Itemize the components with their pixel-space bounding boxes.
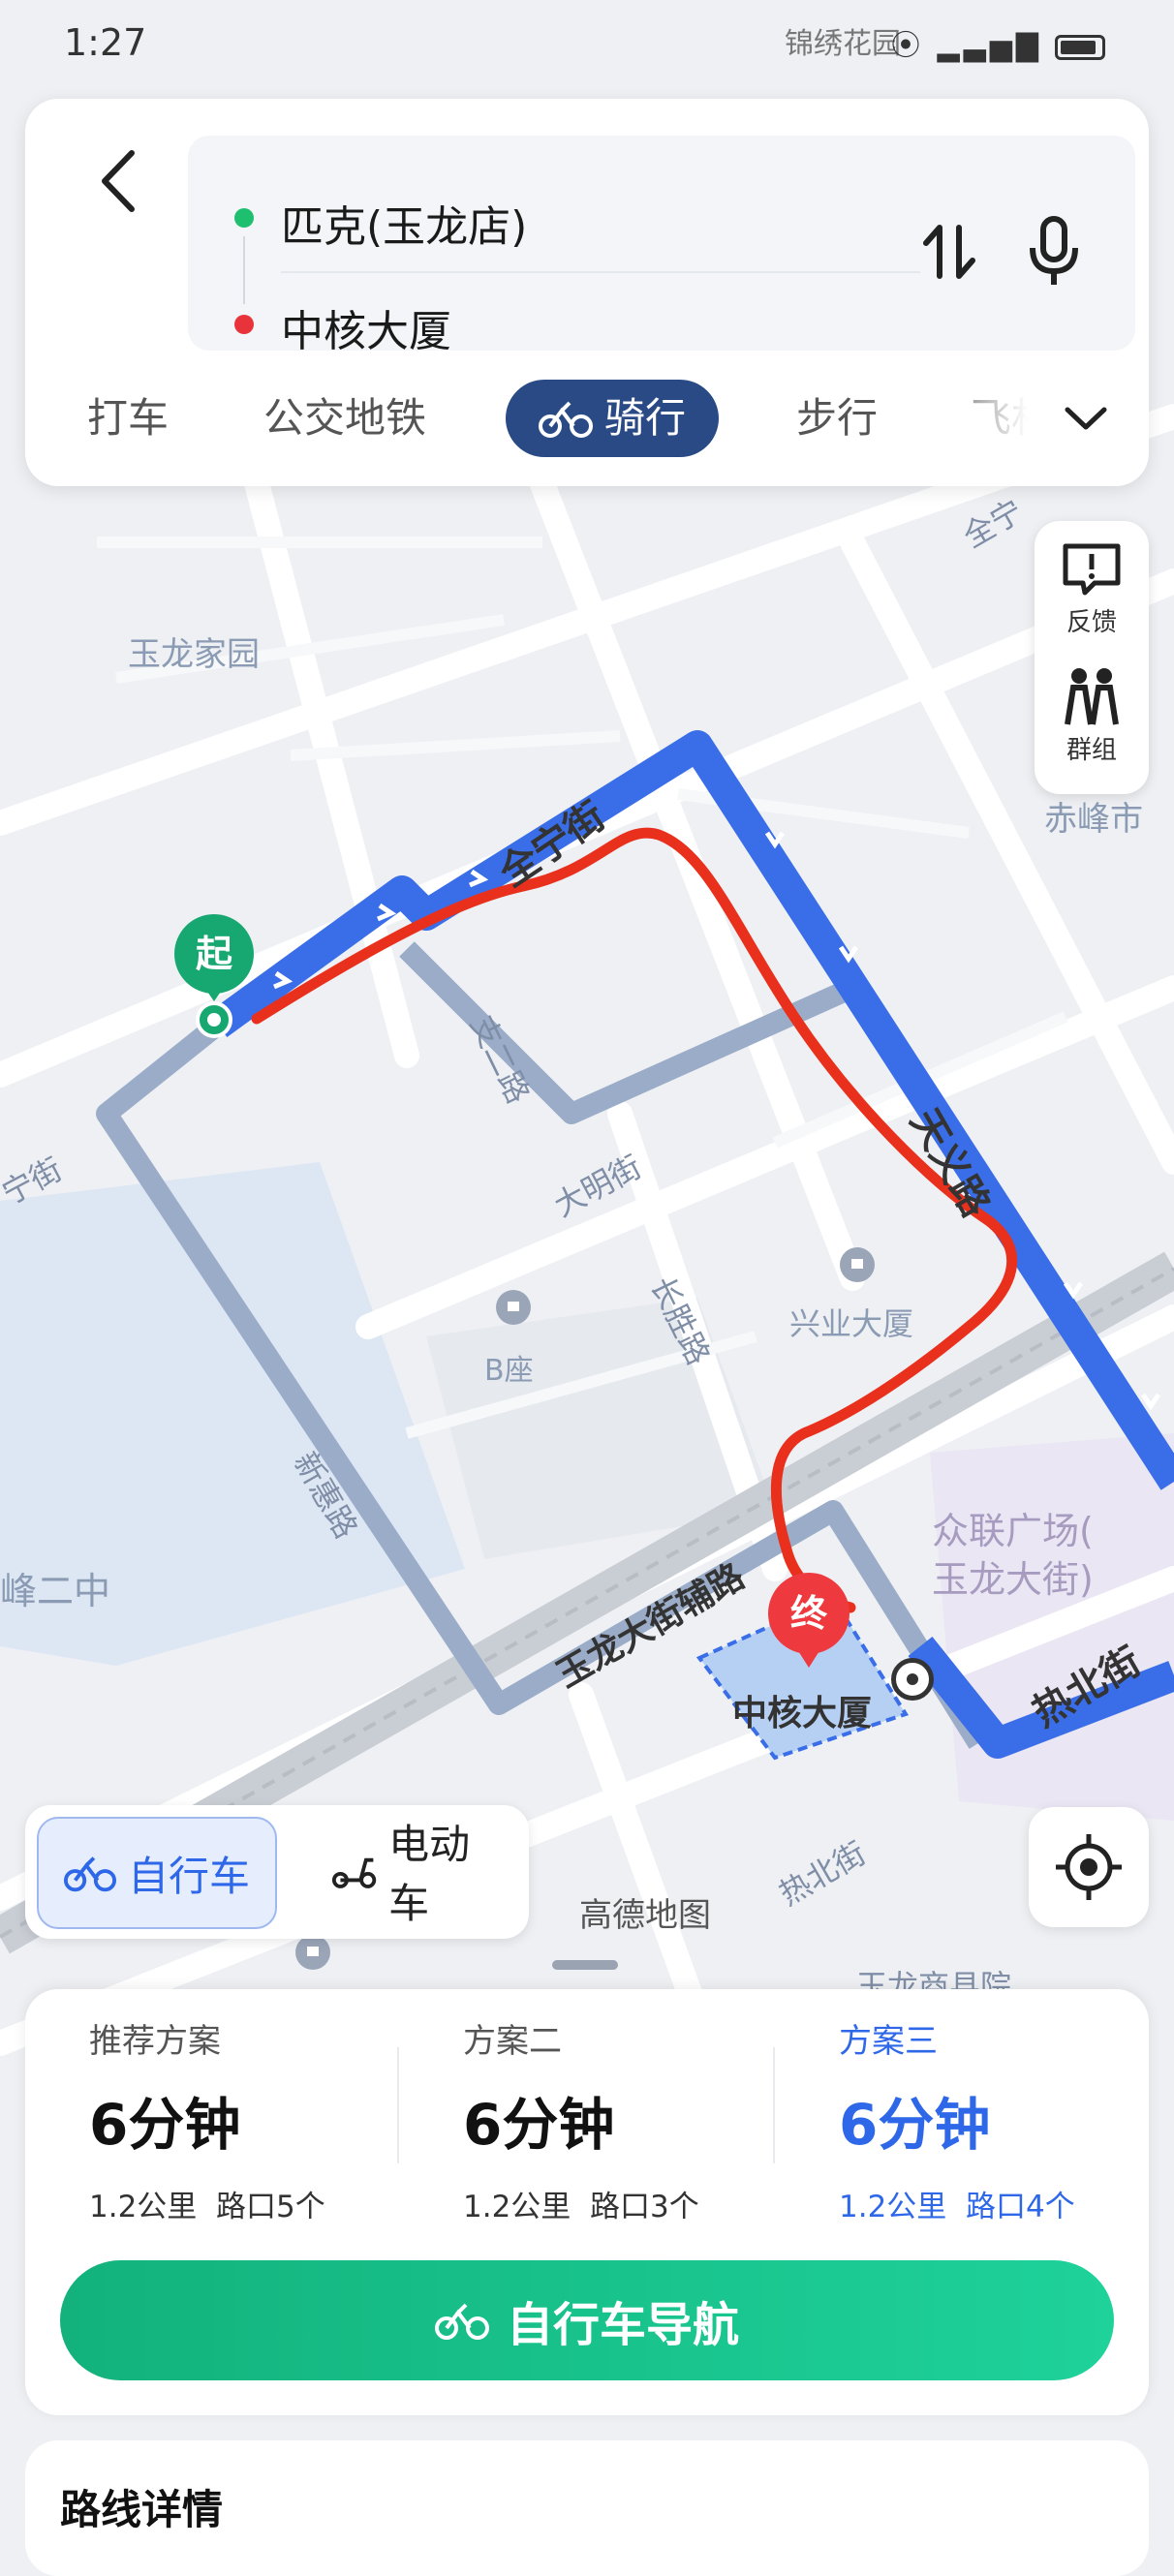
- map-place-label: 玉龙家园: [128, 635, 260, 674]
- chevron-down-icon: [1065, 407, 1107, 430]
- travel-mode-tabs: 打车 公交地铁 骑行 步行 飞机: [25, 380, 1149, 473]
- map-place-label: 兴业大厦: [789, 1305, 914, 1342]
- map-attribution: 高德地图: [579, 1896, 711, 1935]
- map-place-label: B座: [484, 1354, 534, 1388]
- start-dot-icon: [234, 208, 254, 228]
- ebike-option[interactable]: 电动车: [306, 1817, 529, 1927]
- start-location-field[interactable]: 匹克(玉龙店): [281, 192, 527, 254]
- map-place-label: 赤峰市: [1044, 800, 1143, 839]
- tab-transit[interactable]: 公交地铁: [263, 380, 426, 457]
- microphone-icon: [1030, 216, 1078, 285]
- status-time: 1:27: [64, 21, 147, 64]
- plan-time: 6分钟: [89, 2092, 241, 2158]
- group-icon: [1065, 668, 1119, 725]
- vehicle-switch: 自行车 电动车: [25, 1805, 529, 1939]
- end-dot-icon: [234, 315, 254, 334]
- battery-icon: [1055, 34, 1106, 60]
- plan-meta: 1.2公里 路口4个: [839, 2190, 1075, 2224]
- plan-separator: [397, 2047, 399, 2163]
- locate-icon: [1056, 1834, 1122, 1900]
- locate-button[interactable]: [1029, 1807, 1149, 1927]
- bicycle-icon: [434, 2303, 489, 2340]
- divider: [281, 271, 920, 273]
- start-navigation-label: 自行车导航: [506, 2298, 739, 2352]
- plan-name: 推荐方案: [89, 2022, 221, 2061]
- tab-taxi[interactable]: 打车: [87, 380, 169, 457]
- plan-time: 6分钟: [463, 2092, 615, 2158]
- bicycle-icon: [64, 1856, 116, 1892]
- route-plans-sheet: 推荐方案 6分钟 1.2公里 路口5个 方案二 6分钟 1.2公里 路口3个 方…: [25, 1989, 1149, 2415]
- back-arrow-icon: [102, 150, 135, 212]
- route-connector: [243, 236, 245, 304]
- plan-meta: 1.2公里 路口5个: [89, 2190, 325, 2224]
- plan-meta: 1.2公里 路口3个: [463, 2190, 699, 2224]
- start-marker-label: 起: [174, 914, 254, 994]
- map-place-label: 玉龙大街): [932, 1558, 1094, 1601]
- plan-time: 6分钟: [839, 2092, 991, 2158]
- start-marker[interactable]: 起: [174, 914, 254, 1040]
- group-label: 群组: [1066, 736, 1117, 765]
- route-input-box: 匹克(玉龙店) 中核大厦: [188, 136, 1135, 356]
- route-details-title: 路线详情: [60, 2486, 224, 2533]
- end-marker-label: 终: [768, 1573, 850, 1654]
- map-side-tools: 反馈 群组: [1035, 521, 1149, 794]
- end-place-label: 中核大厦: [732, 1694, 873, 1733]
- plan-separator: [773, 2047, 775, 2163]
- location-icon: ⦿: [891, 29, 924, 63]
- plan-name: 方案二: [463, 2022, 562, 2061]
- status-icons: ⦿ ▂▃▅▇: [891, 21, 1106, 64]
- plan-option-3[interactable]: 方案三 6分钟 1.2公里 路口4个: [839, 2014, 1168, 2225]
- feedback-button[interactable]: 反馈: [1035, 540, 1149, 638]
- back-button[interactable]: [74, 138, 161, 225]
- plan-name: 方案三: [839, 2022, 938, 2061]
- route-details-card[interactable]: 路线详情: [25, 2440, 1149, 2576]
- map-place-label: 众联广场(: [932, 1510, 1094, 1552]
- start-navigation-button[interactable]: 自行车导航: [60, 2260, 1114, 2380]
- signal-icon: ▂▃▅▇: [937, 29, 1042, 63]
- scooter-icon: [331, 1857, 377, 1888]
- tab-walking[interactable]: 步行: [796, 380, 878, 457]
- plan-option-2[interactable]: 方案二 6分钟 1.2公里 路口3个: [463, 2014, 792, 2225]
- route-card: 匹克(玉龙店) 中核大厦 打车 公交地铁 骑行 步行: [25, 99, 1149, 486]
- feedback-icon: [1063, 543, 1121, 596]
- feedback-label: 反馈: [1066, 608, 1117, 637]
- map-place-label: 峰二中: [0, 1570, 111, 1612]
- end-location-field[interactable]: 中核大厦: [281, 296, 451, 358]
- bike-option[interactable]: 自行车: [37, 1817, 278, 1929]
- group-button[interactable]: 群组: [1035, 666, 1149, 766]
- voice-button[interactable]: [1015, 213, 1093, 291]
- tab-cycling-label: 骑行: [604, 394, 687, 442]
- expand-modes-button[interactable]: [1052, 389, 1120, 447]
- tabs-fade: [926, 380, 1071, 457]
- end-marker[interactable]: 终: [768, 1573, 850, 1673]
- ebike-option-label: 电动车: [388, 1821, 471, 1927]
- sheet-drag-handle[interactable]: [552, 1960, 618, 1970]
- plan-option-1[interactable]: 推荐方案 6分钟 1.2公里 路口5个: [89, 2014, 418, 2225]
- swap-icon: [923, 225, 975, 279]
- end-point-icon: [891, 1658, 934, 1701]
- map-top-text: 锦绣花园: [785, 27, 901, 61]
- bike-option-label: 自行车: [128, 1852, 251, 1900]
- swap-button[interactable]: [911, 213, 988, 291]
- tab-cycling[interactable]: 骑行: [506, 380, 720, 457]
- bicycle-icon: [539, 401, 593, 438]
